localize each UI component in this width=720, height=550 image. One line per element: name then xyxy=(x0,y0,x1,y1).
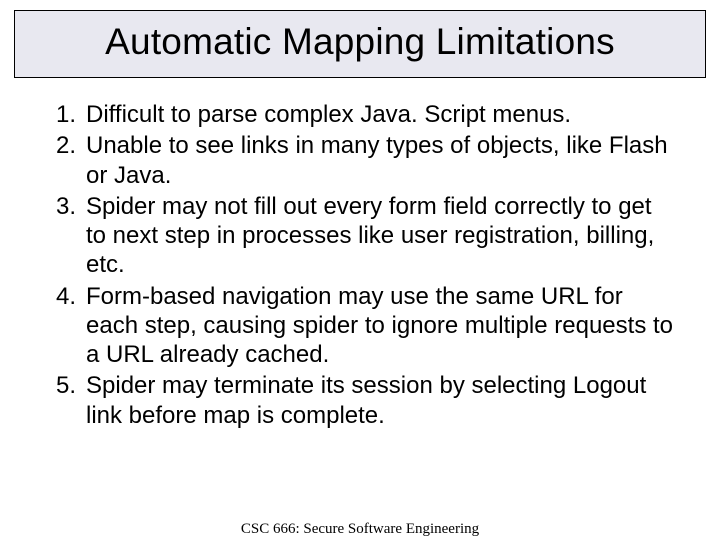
list-item: Difficult to parse complex Java. Script … xyxy=(42,100,678,129)
limitations-list: Difficult to parse complex Java. Script … xyxy=(42,100,678,430)
list-item: Spider may terminate its session by sele… xyxy=(42,371,678,430)
list-item: Spider may not fill out every form field… xyxy=(42,192,678,280)
list-item: Form-based navigation may use the same U… xyxy=(42,282,678,370)
slide-footer: CSC 666: Secure Software Engineering xyxy=(0,521,720,538)
title-box: Automatic Mapping Limitations xyxy=(14,10,706,78)
list-item: Unable to see links in many types of obj… xyxy=(42,131,678,190)
slide-title: Automatic Mapping Limitations xyxy=(23,21,697,63)
